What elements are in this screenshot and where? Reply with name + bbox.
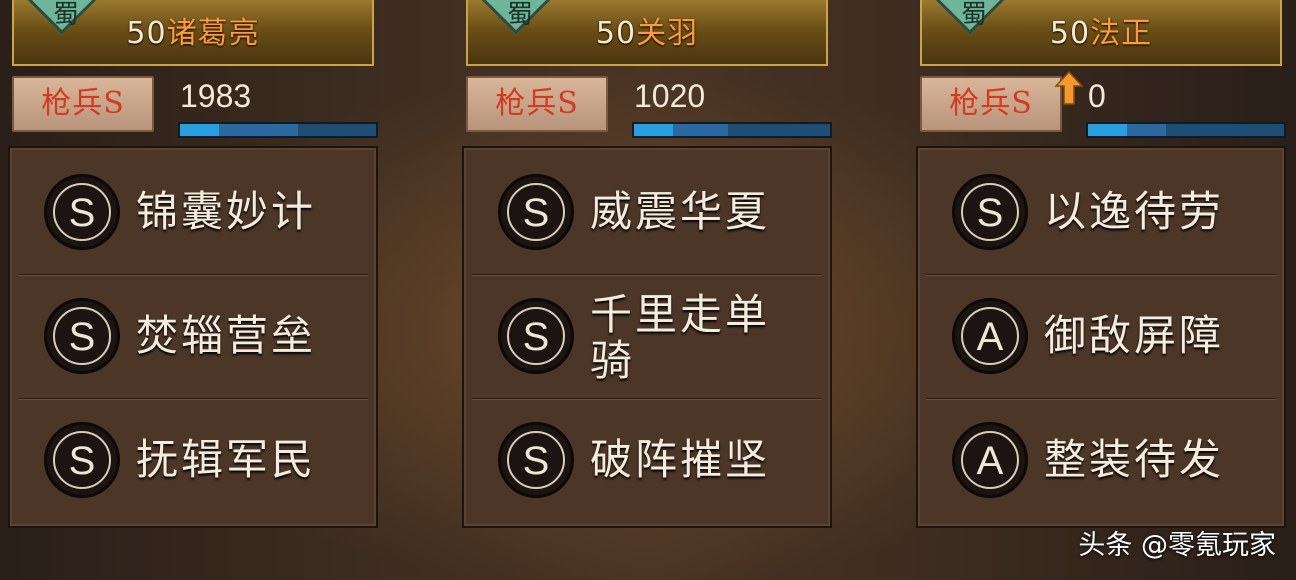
hero-name: 50诸葛亮 [14, 14, 372, 54]
skill-grade: S [507, 431, 565, 489]
watermark: 头条 @零氪玩家 [1078, 530, 1276, 561]
skill-panel: S 威震华夏 S 千里走单骑 S 破阵摧坚 [462, 146, 832, 528]
troop-bar [1086, 122, 1286, 138]
hero-name-banner: 蜀 50关羽 [466, 0, 828, 66]
skill-row[interactable]: S 破阵摧坚 [472, 398, 822, 522]
hero-card: 蜀 50关羽 枪兵S 1020 S 威震华夏 S 千里走单骑 S 破阵摧坚 [462, 0, 834, 580]
skill-row[interactable]: A 御敌屏障 [926, 274, 1276, 399]
skill-name: 抚辑军民 [136, 435, 317, 484]
skill-name: 整装待发 [1044, 435, 1225, 484]
troop-bar-fill [1088, 124, 1128, 136]
skill-name: 威震华夏 [590, 187, 771, 236]
hero-card: 蜀 50诸葛亮 枪兵S 1983 S 锦囊妙计 S 焚辎营垒 S 抚辑军民 [8, 0, 380, 580]
skill-panel: S 以逸待劳 A 御敌屏障 A 整装待发 [916, 146, 1286, 528]
skill-grade-icon: A [952, 298, 1028, 374]
hero-level: 50 [126, 16, 167, 51]
skill-grade-icon: S [44, 298, 120, 374]
skill-grade: S [507, 183, 565, 241]
hero-level: 50 [1049, 16, 1091, 51]
skill-grade: S [961, 183, 1019, 241]
skill-grade-icon: A [952, 422, 1028, 498]
hero-card: 蜀 50法正 枪兵S 0 S 以逸待劳 A 御敌屏障 A 整装待发 [916, 0, 1288, 580]
skill-name: 以逸待劳 [1044, 187, 1225, 236]
skill-name: 千里走单骑 [590, 290, 771, 385]
skill-grade: S [53, 307, 111, 365]
skill-name: 锦囊妙计 [136, 187, 317, 236]
hero-name-banner: 蜀 50法正 [920, 0, 1282, 66]
hero-name-text: 法正 [1090, 16, 1153, 51]
hero-name-text: 关羽 [636, 16, 699, 51]
skill-row[interactable]: S 抚辑军民 [18, 398, 368, 522]
skill-grade: A [961, 307, 1019, 365]
troop-type-badge[interactable]: 枪兵S [920, 76, 1062, 132]
skill-grade: S [53, 431, 111, 489]
troop-bar-fill [180, 124, 220, 136]
hero-name-banner: 蜀 50诸葛亮 [12, 0, 374, 66]
troop-count: 1983 [180, 78, 252, 114]
skill-name: 焚辎营垒 [136, 311, 317, 360]
skill-row[interactable]: S 千里走单骑 [472, 274, 822, 399]
troop-bar-secondary [219, 124, 298, 136]
skill-name: 御敌屏障 [1044, 311, 1225, 360]
hero-name: 50法正 [922, 14, 1280, 54]
hero-name-text: 诸葛亮 [166, 16, 260, 51]
skill-grade: S [53, 183, 111, 241]
skill-grade-icon: S [498, 174, 574, 250]
skill-grade: S [507, 307, 565, 365]
troop-bar-secondary [673, 124, 729, 136]
skill-row[interactable]: S 以逸待劳 [926, 150, 1276, 275]
skill-grade-icon: S [44, 422, 120, 498]
hero-name: 50关羽 [468, 14, 826, 54]
skill-grade-icon: S [498, 298, 574, 374]
upgrade-arrow-icon[interactable] [1054, 70, 1084, 106]
troop-count: 1020 [634, 78, 706, 114]
skill-grade-icon: S [44, 174, 120, 250]
skill-grade: A [961, 431, 1019, 489]
skill-grade-icon: S [498, 422, 574, 498]
troop-bar-secondary [1127, 124, 1167, 136]
skill-name: 破阵摧坚 [590, 435, 771, 484]
skill-row[interactable]: S 锦囊妙计 [18, 150, 368, 275]
skill-grade-icon: S [952, 174, 1028, 250]
troop-type-badge[interactable]: 枪兵S [466, 76, 608, 132]
troop-type-badge[interactable]: 枪兵S [12, 76, 154, 132]
troop-count: 0 [1088, 78, 1106, 114]
skill-row[interactable]: S 焚辎营垒 [18, 274, 368, 399]
troop-bar [632, 122, 832, 138]
troop-bar [178, 122, 378, 138]
skill-row[interactable]: A 整装待发 [926, 398, 1276, 522]
hero-level: 50 [595, 16, 637, 51]
skill-row[interactable]: S 威震华夏 [472, 150, 822, 275]
troop-bar-fill [634, 124, 674, 136]
skill-panel: S 锦囊妙计 S 焚辎营垒 S 抚辑军民 [8, 146, 378, 528]
